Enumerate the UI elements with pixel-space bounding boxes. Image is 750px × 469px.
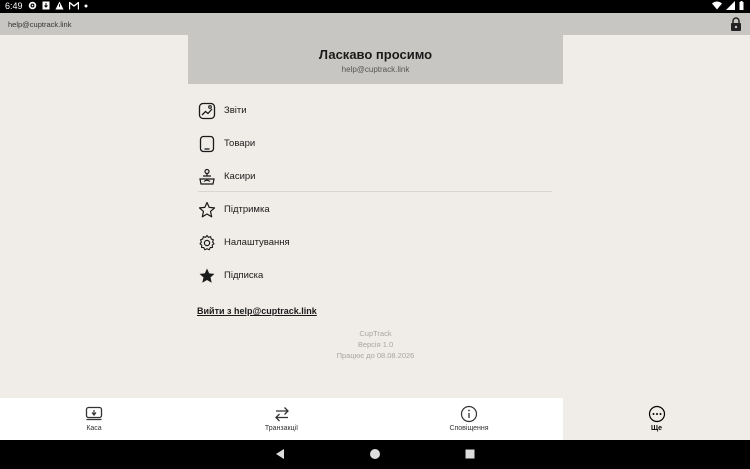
welcome-title: Ласкаво просимо bbox=[318, 47, 433, 62]
bottom-navigation: Каса Транзакції Сповіщення bbox=[0, 398, 563, 440]
bottom-navigation-more: Ще bbox=[563, 398, 750, 440]
star-outline-icon bbox=[198, 201, 216, 218]
menu-item-label: Звіти bbox=[224, 105, 247, 116]
lock-icon[interactable] bbox=[730, 17, 742, 31]
menu-item-label: Касири bbox=[224, 171, 256, 182]
menu-item-label: Підписка bbox=[224, 270, 264, 281]
nav-tab-more[interactable]: Ще bbox=[563, 398, 750, 440]
system-navigation-bar bbox=[0, 440, 750, 469]
nav-tab-register[interactable]: Каса bbox=[0, 398, 188, 440]
gmail-icon bbox=[69, 1, 79, 9]
menu-item-products[interactable]: Товари bbox=[188, 129, 563, 157]
menu-item-support[interactable]: Підтримка bbox=[188, 195, 563, 223]
more-icon bbox=[648, 405, 665, 423]
nav-label: Ще bbox=[650, 425, 663, 432]
settings-gear-icon bbox=[28, 1, 37, 10]
signal-icon bbox=[726, 1, 735, 10]
menu-item-subscription[interactable]: Підписка bbox=[188, 261, 563, 289]
status-system-icons bbox=[712, 1, 744, 10]
logout-link[interactable]: Вийти з help@cuptrack.link bbox=[197, 306, 317, 316]
nav-label: Сповіщення bbox=[449, 425, 489, 432]
nav-tab-notifications[interactable]: Сповіщення bbox=[375, 398, 563, 440]
recents-icon[interactable] bbox=[465, 449, 475, 459]
status-time: 6:49 bbox=[5, 1, 23, 11]
battery-icon bbox=[739, 1, 744, 10]
dot-icon bbox=[84, 4, 88, 7]
cashiers-icon bbox=[199, 168, 215, 185]
warning-icon bbox=[55, 1, 64, 10]
browser-url-bar: help@cuptrack.link bbox=[0, 13, 750, 35]
gear-icon bbox=[199, 234, 215, 251]
menu-item-settings[interactable]: Налаштування bbox=[188, 228, 563, 256]
menu-item-label: Товари bbox=[224, 138, 256, 149]
wifi-icon bbox=[712, 1, 722, 10]
transfer-arrows-icon bbox=[274, 407, 289, 422]
menu-divider bbox=[198, 191, 552, 192]
download-icon bbox=[42, 1, 50, 10]
nav-label: Каса bbox=[86, 425, 102, 432]
status-notification-icons bbox=[28, 1, 88, 10]
drawer-header: Ласкаво просимо help@cuptrack.link bbox=[188, 35, 563, 84]
app-name: CupTrack bbox=[359, 329, 392, 338]
user-email: help@cuptrack.link bbox=[341, 65, 410, 74]
nav-tab-transactions[interactable]: Транзакції bbox=[188, 398, 375, 440]
menu-item-reports[interactable]: Звіти bbox=[188, 96, 563, 124]
menu-item-label: Підтримка bbox=[224, 204, 270, 215]
app-version: Версія 1.0 bbox=[357, 340, 394, 349]
app-info: CupTrack Версія 1.0 Працює до 08.08.2026 bbox=[188, 328, 563, 361]
status-bar: 6:49 bbox=[0, 0, 750, 13]
home-icon[interactable] bbox=[369, 448, 381, 460]
url-text: help@cuptrack.link bbox=[8, 20, 72, 29]
back-icon[interactable] bbox=[275, 448, 285, 460]
menu-item-cashiers[interactable]: Касири bbox=[188, 162, 563, 190]
products-icon bbox=[199, 135, 215, 153]
menu-item-label: Налаштування bbox=[224, 237, 290, 248]
star-filled-icon bbox=[199, 268, 215, 283]
register-icon bbox=[85, 406, 103, 421]
license-expiry: Працює до 08.08.2026 bbox=[336, 351, 415, 360]
nav-label: Транзакції bbox=[264, 425, 299, 432]
reports-icon bbox=[198, 102, 216, 120]
info-icon bbox=[460, 405, 478, 423]
